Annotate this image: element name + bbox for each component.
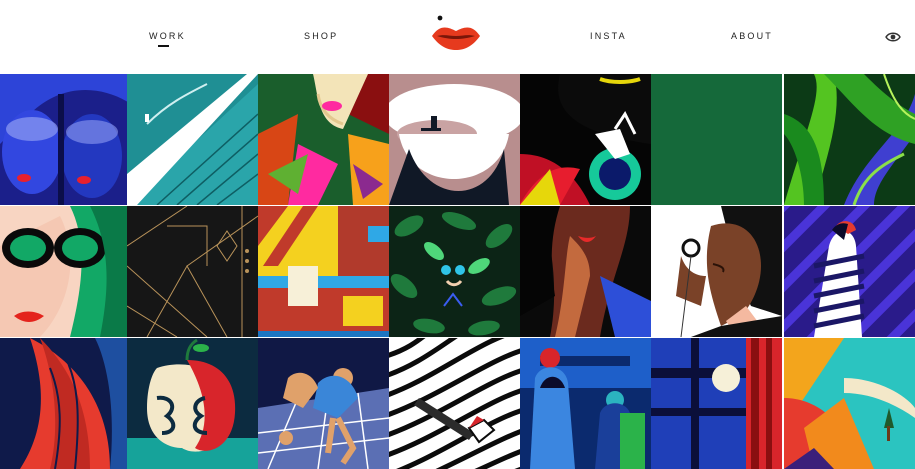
gallery-tile[interactable]: [127, 338, 258, 469]
gallery-tile[interactable]: [784, 74, 915, 205]
gallery-tile[interactable]: [389, 338, 520, 469]
gallery-tile[interactable]: [389, 74, 520, 205]
nav-work[interactable]: WORK: [149, 31, 186, 41]
nav-active-indicator: [158, 45, 169, 47]
gallery-tile[interactable]: [784, 206, 915, 337]
gallery-tile[interactable]: [520, 206, 651, 337]
gallery-tile[interactable]: [258, 74, 389, 205]
gallery-tile[interactable]: [258, 206, 389, 337]
nav-insta[interactable]: INSTA: [590, 31, 627, 41]
gallery-tile[interactable]: [258, 338, 389, 469]
gallery-tile[interactable]: [0, 206, 127, 337]
gallery-tile[interactable]: [389, 206, 520, 337]
gallery-tile[interactable]: [0, 74, 127, 205]
gallery-tile[interactable]: [784, 338, 915, 469]
gallery-tile[interactable]: [127, 206, 258, 337]
gallery-tile[interactable]: [520, 338, 651, 469]
site-header: WORK SHOP INSTA ABOUT: [0, 0, 915, 74]
red-lips-logo-icon[interactable]: [430, 14, 482, 50]
gallery-tile[interactable]: [0, 338, 127, 469]
gallery-tile[interactable]: [651, 74, 782, 205]
gallery-tile[interactable]: [127, 74, 258, 205]
nav-shop[interactable]: SHOP: [304, 31, 338, 41]
nav-about[interactable]: ABOUT: [731, 31, 773, 41]
gallery-tile[interactable]: [651, 338, 782, 469]
gallery-tile[interactable]: [520, 74, 651, 205]
gallery-tile[interactable]: [651, 206, 782, 337]
eye-icon[interactable]: [885, 30, 901, 44]
gallery-grid: [0, 74, 915, 469]
